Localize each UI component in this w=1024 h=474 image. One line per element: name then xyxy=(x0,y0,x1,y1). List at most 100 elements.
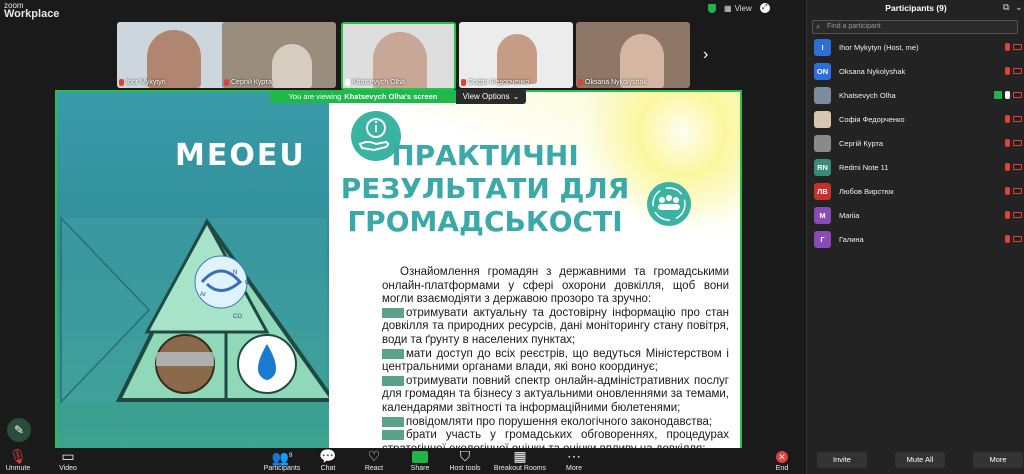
video-off-icon xyxy=(1013,212,1022,218)
share-button[interactable]: Share xyxy=(396,448,444,472)
fullscreen-icon[interactable]: ⤢ xyxy=(759,3,770,13)
grid-icon: ▦ xyxy=(513,448,527,464)
participant-row[interactable]: M Mariia xyxy=(814,206,1024,224)
bullet-marker xyxy=(382,416,404,427)
community-cycle-icon xyxy=(647,182,691,226)
mic-muted-icon xyxy=(1005,187,1010,195)
avatar xyxy=(814,134,831,152)
participant-row[interactable]: I Ihor Mykytyn (Host, me) xyxy=(814,38,1024,56)
more-icon: ⋯ xyxy=(567,448,581,464)
bullet-item: отримувати актуальну та достовірну інфор… xyxy=(382,306,729,346)
participant-row[interactable]: ЛВ Любов Вирстюк xyxy=(814,182,1024,200)
bullet-item: мати доступ до всіх реєстрів, що ведутьс… xyxy=(382,347,729,374)
close-icon: ✕ xyxy=(776,451,788,463)
unmute-button[interactable]: 🎙 Unmute xyxy=(0,448,42,472)
mic-muted-icon xyxy=(1005,139,1010,147)
mic-muted-icon xyxy=(1005,235,1010,243)
participant-row[interactable]: Сергій Курта xyxy=(814,134,1024,152)
participant-video-image xyxy=(497,34,537,84)
participants-button[interactable]: 👥9 Participants xyxy=(258,448,306,472)
bullet-item: повідомляти про порушення екологічного з… xyxy=(382,416,729,430)
screen-share-icon xyxy=(994,91,1002,99)
invite-button[interactable]: Invite xyxy=(817,452,867,468)
chat-icon: 💬 xyxy=(319,448,337,464)
chevron-down-icon[interactable]: ⌄ xyxy=(1015,2,1023,13)
security-shield-icon[interactable] xyxy=(708,3,716,13)
participant-row[interactable]: ON Oksana Nykolyshak xyxy=(814,62,1024,80)
host-tools-button[interactable]: ⛉ Host tools xyxy=(441,448,489,472)
bullet-marker xyxy=(382,307,404,318)
environment-triangle-graphic xyxy=(60,216,329,404)
mic-muted-icon xyxy=(1005,211,1010,219)
avatar: ЛВ xyxy=(814,182,831,200)
mic-muted-icon xyxy=(119,79,124,86)
share-icon xyxy=(412,451,428,463)
mic-muted-icon xyxy=(1005,115,1010,123)
mic-icon xyxy=(345,79,350,86)
video-tile[interactable]: Софія Федорченко xyxy=(459,22,573,88)
next-page-chevron-icon[interactable]: › xyxy=(703,46,719,66)
video-off-icon xyxy=(1013,188,1022,194)
top-right-controls: ▦ View ⤢ xyxy=(708,0,770,16)
participant-video-image xyxy=(272,44,312,88)
mic-muted-icon xyxy=(461,79,466,86)
mute-all-button[interactable]: Mute All xyxy=(895,452,945,468)
heart-icon: ♡ xyxy=(367,448,381,464)
mic-off-icon: 🎙 xyxy=(9,448,27,464)
panel-title: Participants (9) xyxy=(885,3,947,13)
video-tile[interactable]: Ihor Mykytyn xyxy=(117,22,231,88)
avatar: M xyxy=(814,206,831,224)
participant-row[interactable]: RN Redmi Note 11 xyxy=(814,158,1024,176)
participants-panel: Participants (9) ⧉ ⌄ ⌕ Find a participan… xyxy=(806,0,1024,474)
breakout-rooms-button[interactable]: ▦ Breakout Rooms xyxy=(491,448,549,472)
end-button[interactable]: ✕ End xyxy=(758,448,806,472)
bullet-marker xyxy=(382,375,404,386)
mic-muted-icon xyxy=(1005,67,1010,75)
mic-muted-icon xyxy=(578,79,583,86)
zoom-window: zoom Workplace ▦ View ⤢ Ihor Mykytyn Сер… xyxy=(0,0,1024,474)
video-button[interactable]: ▭ Video xyxy=(44,448,92,472)
participant-row[interactable]: Г Галина xyxy=(814,230,1024,248)
video-tile[interactable]: Сергій Курта xyxy=(222,22,336,88)
video-off-icon xyxy=(1013,68,1022,74)
slide-title: ПРАКТИЧНІ РЕЗУЛЬТАТИ ДЛЯ ГРОМАДСЬКОСТІ xyxy=(340,139,630,238)
video-off-icon xyxy=(1013,140,1022,146)
video-off-icon xyxy=(1013,116,1022,122)
mic-muted-icon xyxy=(1005,163,1010,171)
view-button[interactable]: ▦ View xyxy=(724,4,752,13)
popout-icon[interactable]: ⧉ xyxy=(1003,2,1009,13)
chat-button[interactable]: 💬 Chat xyxy=(304,448,352,472)
react-button[interactable]: ♡ React xyxy=(350,448,398,472)
avatar: I xyxy=(814,38,831,56)
shared-screen: MEOEU N O Ar CO ПРАКТИЧНІ РЕЗУЛЬТАТИ ДЛЯ… xyxy=(55,90,742,450)
participant-row[interactable]: Khatsevych Olha xyxy=(814,86,1024,104)
viewing-screen-banner: You are viewing Khatsevych Olha's screen xyxy=(270,90,456,103)
video-off-icon xyxy=(1013,164,1022,170)
mic-muted-icon xyxy=(224,79,229,86)
bullet-item: отримувати повний спектр онлайн-адмініст… xyxy=(382,374,729,414)
avatar xyxy=(814,110,831,128)
bullet-item: брати участь у громадських обговореннях,… xyxy=(382,429,729,450)
view-grid-icon: ▦ xyxy=(724,3,732,13)
mic-icon xyxy=(1005,91,1010,99)
avatar: RN xyxy=(814,158,831,176)
video-off-icon xyxy=(1013,236,1022,242)
video-tile[interactable]: Oksana Nykolyshak xyxy=(576,22,690,88)
participant-search-input[interactable]: ⌕ Find a participant xyxy=(812,20,1018,34)
video-off-icon xyxy=(1013,92,1022,98)
avatar: ON xyxy=(814,62,831,80)
annotate-pencil-icon[interactable]: ✎ xyxy=(7,418,31,442)
view-options-button[interactable]: View Options ⌄ xyxy=(456,89,526,104)
more-button[interactable]: ⋯ More xyxy=(550,448,598,472)
slide-body-text: Ознайомлення громадян з державними та гр… xyxy=(382,266,729,450)
search-icon: ⌕ xyxy=(816,22,821,31)
participants-icon: 👥9 xyxy=(271,449,293,466)
mic-muted-icon xyxy=(1005,43,1010,51)
panel-more-button[interactable]: More xyxy=(973,452,1023,468)
zoom-workplace-logo: zoom Workplace xyxy=(4,1,60,20)
avatar xyxy=(814,86,831,104)
participant-row[interactable]: Софія Федорченко xyxy=(814,110,1024,128)
video-tile-active-speaker[interactable]: Khatsevych Olha xyxy=(341,22,456,90)
video-off-icon xyxy=(1013,44,1022,50)
bullet-marker xyxy=(382,430,404,441)
